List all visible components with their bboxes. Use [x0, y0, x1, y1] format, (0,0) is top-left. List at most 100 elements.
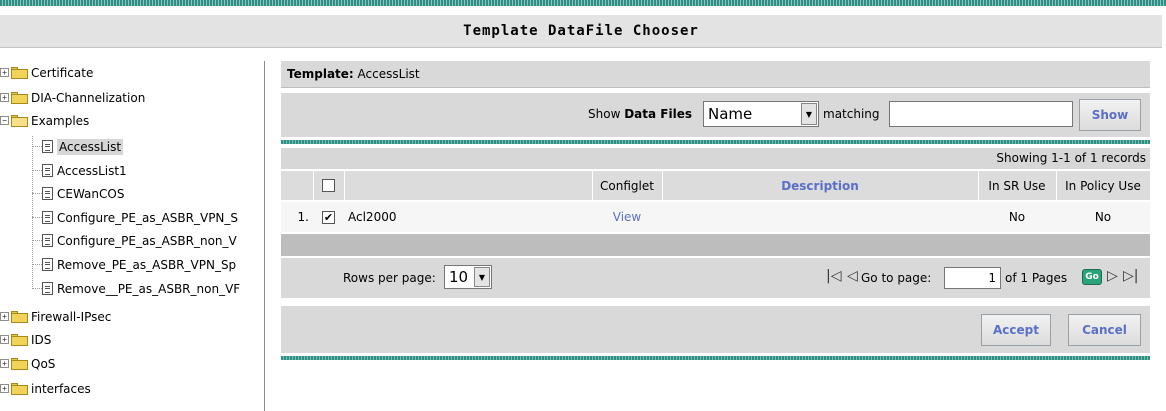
tree-item-label: Certificate [31, 65, 94, 80]
field-select-value: Name [708, 105, 753, 123]
template-tree[interactable]: + Certificate + DIA-Channelization − Exa… [0, 61, 265, 411]
folder-icon [11, 91, 28, 104]
of-pages-label: of 1 Pages [1005, 271, 1068, 285]
cancel-button[interactable]: Cancel [1068, 314, 1141, 346]
tree-item-dia-channelization[interactable]: + DIA-Channelization [0, 87, 145, 108]
document-icon [42, 140, 53, 153]
filter-row: Show Data Files Name ▼ matching Show [281, 93, 1150, 137]
document-icon [42, 282, 53, 295]
tree-item-label: AccessList1 [57, 163, 127, 178]
tree-item-examples[interactable]: − Examples [0, 110, 89, 131]
tree-item-label: Examples [31, 113, 90, 128]
rows-per-page-select[interactable]: 10 ▼ [444, 265, 492, 289]
matching-label: matching [823, 107, 880, 121]
template-label: Template: [287, 67, 354, 81]
folder-icon [11, 382, 28, 395]
divider-stripe [281, 140, 1150, 144]
records-count: Showing 1-1 of 1 records [281, 148, 1150, 169]
document-icon [42, 211, 53, 224]
dialog-title: Template DataFile Chooser [0, 15, 1162, 48]
table-footer-bar [281, 234, 1150, 256]
row-checkbox[interactable]: ✔ [322, 210, 335, 224]
document-icon [42, 258, 53, 271]
expand-icon[interactable]: + [0, 93, 9, 102]
tree-item-label: QoS [31, 356, 56, 371]
tree-item-accesslist[interactable]: AccessList [42, 136, 124, 157]
tree-item-interfaces[interactable]: + interfaces [0, 378, 91, 399]
tree-item-accesslist1[interactable]: AccessList1 [42, 160, 127, 181]
next-page-icon[interactable]: ▷ [1107, 268, 1118, 284]
page-input[interactable]: 1 [944, 267, 1001, 289]
tree-item-label: Remove__PE_as_ASBR_non_VF [57, 281, 241, 296]
top-stripe [0, 0, 1166, 6]
header-in-policy-use: In Policy Use [1065, 178, 1141, 193]
header-description[interactable]: Description [662, 171, 978, 200]
collapse-icon[interactable]: − [0, 116, 9, 125]
folder-icon [11, 310, 28, 323]
tree-item-firewall-ipsec[interactable]: + Firewall-IPsec [0, 306, 111, 327]
tree-item-remove-pe-non-vpn[interactable]: Remove__PE_as_ASBR_non_VF [42, 278, 240, 299]
folder-icon [11, 333, 28, 346]
tree-item-configure-pe-non-vpn[interactable]: Configure_PE_as_ASBR_non_V [42, 230, 237, 251]
last-page-icon[interactable]: ▷| [1123, 268, 1138, 284]
select-all-checkbox[interactable] [322, 179, 335, 192]
show-button[interactable]: Show [1079, 99, 1141, 131]
tree-item-qos[interactable]: + QoS [0, 353, 55, 374]
tree-item-label: AccessList [57, 138, 124, 155]
table-row: 1. ✔ Acl2000 View No No [281, 202, 1150, 232]
tree-item-label: Configure_PE_as_ASBR_VPN_S [57, 210, 239, 225]
row-description [662, 202, 978, 232]
pager: Rows per page: 10 ▼ |◁ ◁ Go to page: 1 o… [281, 258, 1150, 298]
expand-icon[interactable]: + [0, 335, 9, 344]
tree-item-configure-pe-vpn[interactable]: Configure_PE_as_ASBR_VPN_S [42, 207, 238, 228]
matching-input[interactable] [889, 101, 1073, 127]
row-checkbox-cell: ✔ [313, 202, 344, 232]
tree-item-label: interfaces [31, 381, 91, 396]
first-page-icon[interactable]: |◁ [826, 268, 841, 284]
go-to-page-label: Go to page: [861, 271, 932, 285]
folder-open-icon [11, 114, 28, 127]
tree-item-remove-pe-vpn[interactable]: Remove_PE_as_ASBR_VPN_Sp [42, 254, 236, 275]
tree-item-label: Firewall-IPsec [31, 309, 112, 324]
tree-item-cewancos[interactable]: CEWanCOS [42, 183, 124, 204]
document-icon [42, 187, 53, 200]
document-icon [42, 234, 53, 247]
header-configlet: Configlet [600, 178, 654, 193]
rows-per-page-value: 10 [449, 268, 469, 286]
tree-item-label: CEWanCOS [57, 186, 125, 201]
document-icon [42, 164, 53, 177]
filter-label: Show Data Files [588, 107, 692, 121]
folder-icon [11, 357, 28, 370]
expand-icon[interactable]: + [0, 312, 9, 321]
go-icon[interactable]: Go [1082, 269, 1102, 285]
template-value: AccessList [357, 67, 420, 81]
template-row: Template: AccessList [281, 61, 1150, 88]
tree-item-ids[interactable]: + IDS [0, 329, 51, 350]
show-label: Show [588, 107, 621, 121]
tree-item-certificate[interactable]: + Certificate [0, 62, 93, 83]
tree-item-label: DIA-Channelization [31, 90, 146, 105]
view-link[interactable]: View [592, 202, 662, 232]
field-select[interactable]: Name ▼ [703, 101, 819, 127]
rows-per-page-label: Rows per page: [343, 271, 436, 285]
row-in-policy-use: No [1094, 210, 1112, 224]
accept-button[interactable]: Accept [981, 314, 1051, 346]
folder-icon [11, 66, 28, 79]
data-files-label: Data Files [624, 107, 692, 121]
expand-icon[interactable]: + [0, 68, 9, 77]
tree-item-label: IDS [31, 332, 52, 347]
table-header: Configlet Description In SR Use In Polic… [281, 171, 1150, 200]
tree-item-label: Remove_PE_as_ASBR_VPN_Sp [57, 257, 237, 272]
expand-icon[interactable]: + [0, 384, 9, 393]
row-name: Acl2000 [348, 210, 397, 224]
row-in-sr-use: No [1008, 210, 1026, 224]
action-bar: Accept Cancel [281, 306, 1150, 353]
header-in-sr-use: In SR Use [988, 178, 1046, 193]
bottom-stripe [281, 356, 1150, 360]
dropdown-arrow-icon[interactable]: ▼ [474, 267, 490, 287]
dropdown-arrow-icon[interactable]: ▼ [801, 103, 817, 125]
row-index: 1. [297, 210, 309, 224]
tree-item-label: Configure_PE_as_ASBR_non_V [57, 233, 237, 248]
prev-page-icon[interactable]: ◁ [847, 268, 858, 284]
expand-icon[interactable]: + [0, 359, 9, 368]
